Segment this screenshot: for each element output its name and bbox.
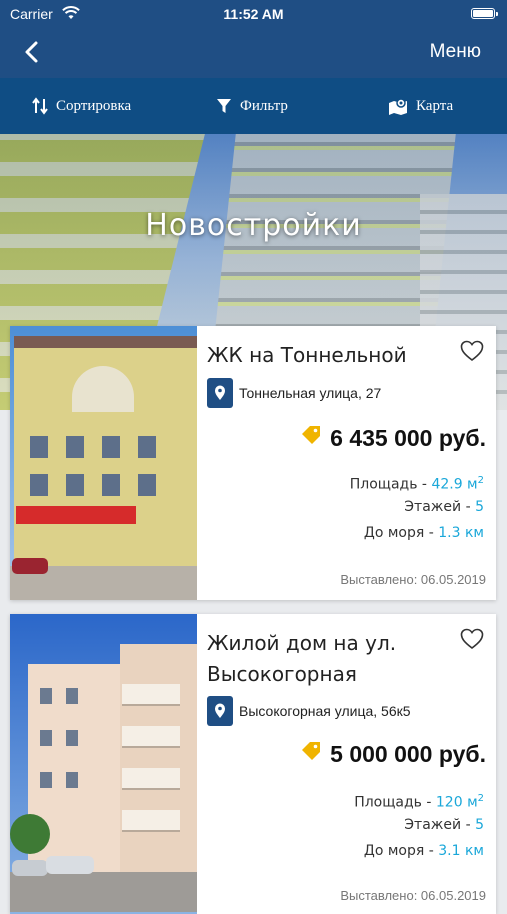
- map-icon: [388, 97, 408, 115]
- listing-posted-date: Выставлено: 06.05.2019: [340, 888, 486, 903]
- address-text: Тоннельная улица, 27: [239, 385, 382, 401]
- listing-address: Тоннельная улица, 27: [207, 378, 381, 408]
- page-title: Новостройки: [145, 208, 362, 243]
- listing-photo: [10, 326, 197, 600]
- navigation-bar: Меню: [0, 28, 507, 78]
- listing-info: Жилой дом на ул. Высокогорная Высокогорн…: [197, 614, 496, 914]
- listing-posted-date: Выставлено: 06.05.2019: [340, 572, 486, 587]
- spec-area: Площадь - 120 м2: [354, 793, 484, 811]
- listing-card[interactable]: ЖК на Тоннельной Тоннельная улица, 27 6 …: [10, 326, 496, 600]
- map-label: Карта: [416, 97, 454, 114]
- spec-sea-distance: До моря - 3.1 км: [363, 843, 484, 859]
- price-tag-icon: [300, 424, 322, 452]
- listing-info: ЖК на Тоннельной Тоннельная улица, 27 6 …: [197, 326, 496, 600]
- filter-label: Фильтр: [240, 97, 288, 114]
- listing-specs: Площадь - 42.9 м2 Этажей - 5 До моря - 1…: [350, 468, 484, 546]
- menu-button[interactable]: Меню: [430, 41, 481, 63]
- favorite-button[interactable]: [460, 628, 484, 655]
- favorite-button[interactable]: [460, 340, 484, 367]
- listing-photo: [10, 614, 197, 914]
- spec-area: Площадь - 42.9 м2: [349, 475, 484, 493]
- listing-price: 6 435 000 руб.: [300, 424, 486, 452]
- sort-label: Сортировка: [56, 97, 132, 114]
- battery-icon: [471, 8, 498, 19]
- listing-address: Высокогорная улица, 56к5: [207, 696, 411, 726]
- price-value: 5 000 000 руб.: [330, 740, 486, 767]
- listing-title: Жилой дом на ул. Высокогорная: [207, 631, 397, 686]
- filter-icon: [216, 98, 232, 114]
- listing-specs: Площадь - 120 м2 Этажей - 5 До моря - 3.…: [354, 786, 484, 864]
- address-text: Высокогорная улица, 56к5: [239, 703, 411, 719]
- location-pin-icon: [207, 378, 233, 408]
- spec-floors: Этажей - 5: [404, 499, 484, 515]
- price-value: 6 435 000 руб.: [330, 424, 486, 451]
- heart-icon: [460, 340, 484, 362]
- listing-price: 5 000 000 руб.: [300, 740, 486, 768]
- heart-icon: [460, 628, 484, 650]
- status-time: 11:52 AM: [223, 6, 284, 22]
- spec-floors: Этажей - 5: [404, 817, 484, 833]
- filter-button[interactable]: Фильтр: [216, 78, 288, 134]
- map-button[interactable]: Карта: [388, 78, 453, 134]
- listing-card[interactable]: Жилой дом на ул. Высокогорная Высокогорн…: [10, 614, 496, 914]
- toolbar: Сортировка Фильтр Карта: [0, 78, 507, 134]
- status-bar: Carrier 11:52 AM: [0, 0, 507, 28]
- chevron-left-icon: [25, 41, 38, 63]
- sort-button[interactable]: Сортировка: [32, 78, 131, 134]
- back-button[interactable]: [20, 38, 44, 66]
- location-pin-icon: [207, 696, 233, 726]
- listing-title: ЖК на Тоннельной: [207, 343, 407, 367]
- price-tag-icon: [300, 740, 322, 768]
- spec-sea-distance: До моря - 1.3 км: [363, 525, 484, 541]
- sort-icon: [32, 97, 48, 115]
